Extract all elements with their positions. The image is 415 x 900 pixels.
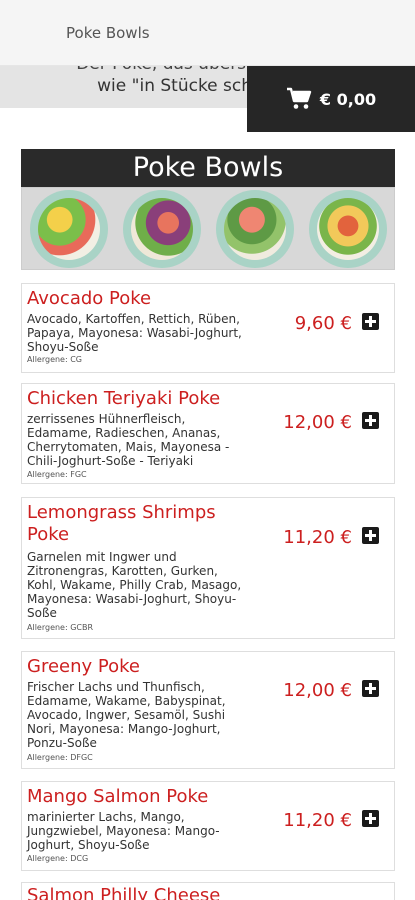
section-banner-image [21,187,395,270]
section-title: Poke Bowls [21,149,395,187]
app-bar: Poke Bowls [0,0,415,66]
bowl-image [122,189,201,268]
item-allergens: Allergene: DCG [27,854,89,863]
menu-item[interactable]: Avocado Poke Avocado, Kartoffen, Rettich… [21,283,395,373]
item-description: Avocado, Kartoffen, Rettich, Rüben, Papa… [27,312,242,354]
menu-section: Poke Bowls [21,149,395,270]
item-description: Garnelen mit Ingwer und Zitronengras, Ka… [27,550,242,620]
menu-item[interactable]: Salmon Philly Cheese [21,882,395,900]
bowl-image [308,189,387,268]
item-price: 12,00 € [283,412,352,433]
item-price: 11,20 € [283,527,352,548]
item-price: 12,00 € [283,680,352,701]
add-to-cart-button[interactable] [362,313,379,330]
item-name: Salmon Philly Cheese [27,885,221,900]
item-allergens: Allergene: FGC [27,470,87,479]
item-description: Frischer Lachs und Thunfisch, Edamame, W… [27,680,226,750]
item-name: Mango Salmon Poke [27,786,209,807]
menu-item[interactable]: Greeny Poke Frischer Lachs und Thunfisch… [21,651,395,769]
item-name: Avocado Poke [27,288,152,309]
menu-item[interactable]: Mango Salmon Poke marinierter Lachs, Man… [21,781,395,871]
add-to-cart-button[interactable] [362,810,379,827]
item-name: Lemongrass Shrimps Poke [27,502,216,545]
item-description: zerrissenes Hühnerfleisch, Edamame, Radi… [27,412,230,468]
item-price: 11,20 € [283,810,352,831]
item-name: Chicken Teriyaki Poke [27,388,221,409]
add-to-cart-button[interactable] [362,527,379,544]
item-allergens: Allergene: GCBR [27,623,94,632]
item-allergens: Allergene: CG [27,355,83,364]
add-to-cart-button[interactable] [362,680,379,697]
item-name: Greeny Poke [27,656,140,677]
cart-button[interactable]: € 0,00 [247,66,415,132]
app-bar-title: Poke Bowls [66,24,150,42]
item-price: 9,60 € [294,313,352,334]
menu-item[interactable]: Lemongrass Shrimps Poke Garnelen mit Ing… [21,497,395,639]
item-allergens: Allergene: DFGC [27,753,93,762]
bowl-image [215,189,294,268]
item-description: marinierter Lachs, Mango, Jungzwiebel, M… [27,810,220,852]
cart-total: € 0,00 [319,89,377,109]
menu-item[interactable]: Chicken Teriyaki Poke zerrissenes Hühner… [21,383,395,484]
bowl-image [29,189,108,268]
add-to-cart-button[interactable] [362,412,379,429]
shopping-cart-icon [286,87,312,109]
